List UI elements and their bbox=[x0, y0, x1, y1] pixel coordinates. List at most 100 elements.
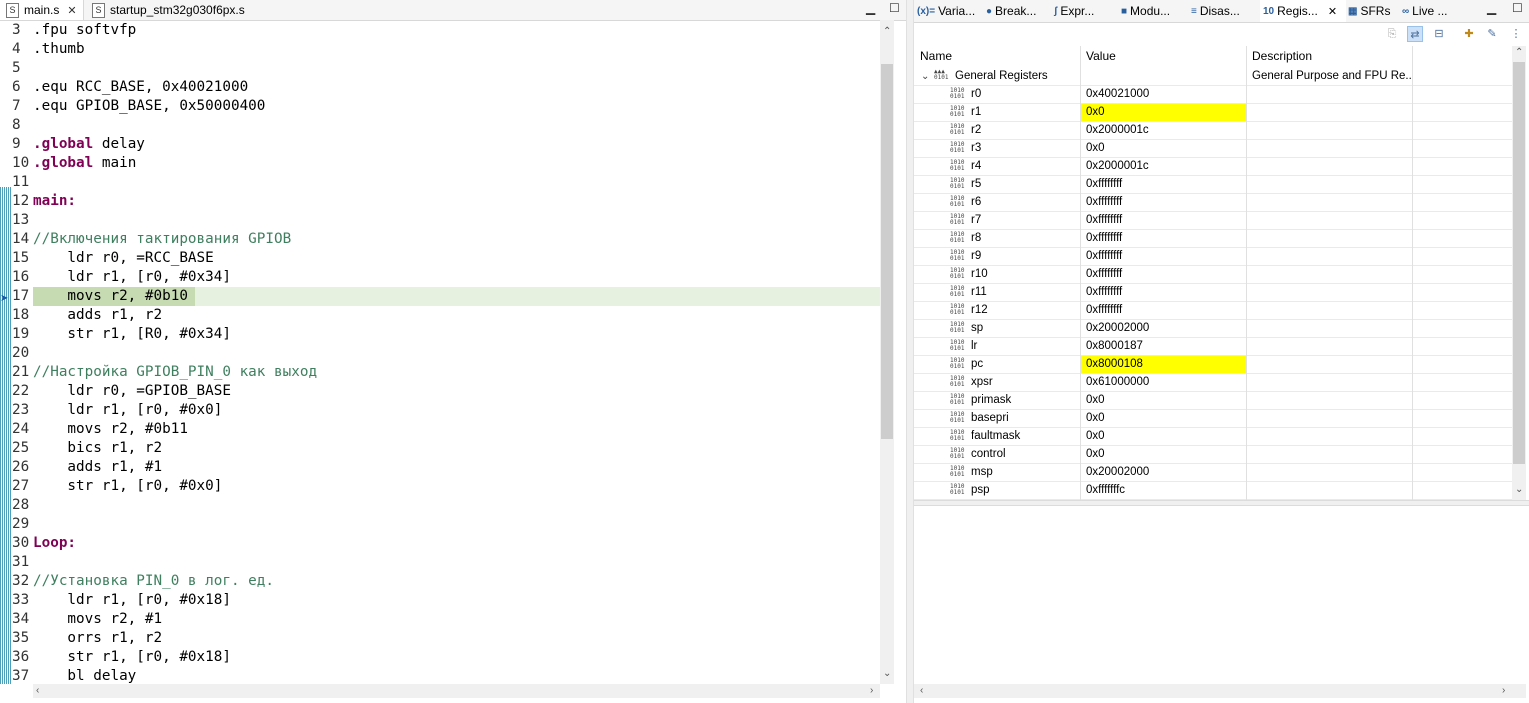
link-icon[interactable]: ⇄ bbox=[1407, 26, 1423, 42]
register-row[interactable]: 1010 0101 r1 0x0 bbox=[914, 104, 1512, 122]
register-row[interactable]: 1010 0101 xpsr 0x61000000 bbox=[914, 374, 1512, 392]
register-row[interactable]: 1010 0101 r7 0xffffffff bbox=[914, 212, 1512, 230]
code-line[interactable]: 9 .global delay bbox=[0, 135, 880, 154]
register-value[interactable]: 0xffffffff bbox=[1080, 194, 1246, 211]
register-value[interactable]: 0x0 bbox=[1080, 428, 1246, 445]
register-value[interactable]: 0xffffffff bbox=[1080, 212, 1246, 229]
register-row[interactable]: 1010 0101 lr 0x8000187 bbox=[914, 338, 1512, 356]
register-value[interactable]: 0xffffffff bbox=[1080, 284, 1246, 301]
code-line[interactable]: 21//Настройка GPIOB_PIN_0 как выход bbox=[0, 363, 880, 382]
code-line[interactable]: 35 orrs r1, r2 bbox=[0, 629, 880, 648]
code-line[interactable]: 25 bics r1, r2 bbox=[0, 439, 880, 458]
code-line[interactable]: 8 bbox=[0, 116, 880, 135]
code-line[interactable]: 12 main: bbox=[0, 192, 880, 211]
register-row[interactable]: 1010 0101 basepri 0x0 bbox=[914, 410, 1512, 428]
code-line[interactable]: 4 .thumb bbox=[0, 40, 880, 59]
code-line[interactable]: 29 bbox=[0, 515, 880, 534]
code-line[interactable]: 31 bbox=[0, 553, 880, 572]
register-value[interactable]: 0xffffffff bbox=[1080, 266, 1246, 283]
scroll-left-icon[interactable]: ‹ bbox=[36, 685, 39, 696]
minimize-icon[interactable]: ▁ bbox=[866, 2, 876, 14]
register-value[interactable]: 0x61000000 bbox=[1080, 374, 1246, 391]
register-value[interactable]: 0xffffffff bbox=[1080, 176, 1246, 193]
registers-scroll-thumb[interactable] bbox=[1513, 62, 1525, 464]
code-line[interactable]: 6 .equ RCC_BASE, 0x40021000 bbox=[0, 78, 880, 97]
register-value[interactable]: 0xffffffff bbox=[1080, 248, 1246, 265]
register-row[interactable]: 1010 0101 r0 0x40021000 bbox=[914, 86, 1512, 104]
register-row[interactable]: 1010 0101 sp 0x20002000 bbox=[914, 320, 1512, 338]
register-row[interactable]: 1010 0101 r2 0x2000001c bbox=[914, 122, 1512, 140]
register-value[interactable]: 0x0 bbox=[1080, 392, 1246, 409]
register-value[interactable]: 0x20002000 bbox=[1080, 320, 1246, 337]
register-row[interactable]: 1010 0101 pc 0x8000108 bbox=[914, 356, 1512, 374]
view-tab-disas[interactable]: ≡ Disas... bbox=[1191, 0, 1240, 22]
scroll-right-icon[interactable]: › bbox=[1502, 685, 1505, 696]
code-line[interactable]: 24 movs r2, #0b11 bbox=[0, 420, 880, 439]
code-line[interactable]: 5 bbox=[0, 59, 880, 78]
register-value[interactable]: 0x40021000 bbox=[1080, 86, 1246, 103]
maximize-icon[interactable]: ☐ bbox=[1512, 2, 1523, 14]
code-line[interactable]: 36 str r1, [r0, #0x18] bbox=[0, 648, 880, 667]
view-tab-sfrs[interactable]: ▦ SFRs bbox=[1348, 0, 1390, 22]
register-value[interactable]: 0xffffffff bbox=[1080, 302, 1246, 319]
register-value[interactable]: 0x0 bbox=[1080, 104, 1246, 121]
register-value[interactable]: 0x8000108 bbox=[1080, 356, 1246, 373]
code-line[interactable]: 19 str r1, [R0, #0x34] bbox=[0, 325, 880, 344]
code-line[interactable]: 30 Loop: bbox=[0, 534, 880, 553]
scroll-down-icon[interactable]: ⌄ bbox=[1515, 484, 1523, 495]
tab-startup-s[interactable]: S startup_stm32g030f6px.s bbox=[86, 0, 251, 20]
code-line[interactable]: 15 ldr r0, =RCC_BASE bbox=[0, 249, 880, 268]
view-tab-modu[interactable]: ■ Modu... bbox=[1121, 0, 1170, 22]
code-area[interactable]: 3 .fpu softvfp 4 .thumb 5 6 .equ RCC_BASE, 0x4… bbox=[0, 20, 880, 684]
register-row[interactable]: 1010 0101 r10 0xffffffff bbox=[914, 266, 1512, 284]
scroll-left-icon[interactable]: ‹ bbox=[920, 685, 923, 696]
column-header-description[interactable]: Description bbox=[1246, 46, 1412, 67]
code-line[interactable]: 22 ldr r0, =GPIOB_BASE bbox=[0, 382, 880, 401]
view-tab-live[interactable]: ∞ Live ... bbox=[1402, 0, 1448, 22]
register-row[interactable]: 1010 0101 r6 0xffffffff bbox=[914, 194, 1512, 212]
code-line[interactable]: 33 ldr r1, [r0, #0x18] bbox=[0, 591, 880, 610]
register-value[interactable]: 0x0 bbox=[1080, 410, 1246, 427]
tab-main-s[interactable]: S main.s ✕ bbox=[0, 0, 84, 20]
code-line[interactable]: 37 bl delay bbox=[0, 667, 880, 684]
register-row[interactable]: 1010 0101 r12 0xffffffff bbox=[914, 302, 1512, 320]
code-line[interactable]: 7 .equ GPIOB_BASE, 0x50000400 bbox=[0, 97, 880, 116]
edit-group-icon[interactable]: ✎ bbox=[1484, 26, 1500, 42]
code-line[interactable]: 28 bbox=[0, 496, 880, 515]
code-line[interactable]: 13 bbox=[0, 211, 880, 230]
view-tab-varia[interactable]: (x)= Varia... bbox=[917, 0, 975, 22]
register-group-row[interactable]: ⌄ ▲▲▲ 0101 General Registers General Purpose… bbox=[914, 68, 1512, 86]
view-menu-icon[interactable]: ⋮ bbox=[1508, 26, 1524, 42]
scroll-right-icon[interactable]: › bbox=[870, 685, 873, 696]
register-row[interactable]: 1010 0101 r9 0xffffffff bbox=[914, 248, 1512, 266]
register-row[interactable]: 1010 0101 r8 0xffffffff bbox=[914, 230, 1512, 248]
new-group-icon[interactable]: ✚ bbox=[1461, 26, 1477, 42]
register-value[interactable]: 0x2000001c bbox=[1080, 122, 1246, 139]
code-line[interactable]: 27 str r1, [r0, #0x0] bbox=[0, 477, 880, 496]
register-row[interactable]: 1010 0101 msp 0x20002000 bbox=[914, 464, 1512, 482]
code-line[interactable]: 10 .global main bbox=[0, 154, 880, 173]
code-line[interactable]: 17 movs r2, #0b10 bbox=[0, 287, 880, 306]
register-row[interactable]: 1010 0101 control 0x0 bbox=[914, 446, 1512, 464]
code-line[interactable]: 18 adds r1, r2 bbox=[0, 306, 880, 325]
copy-registers-icon[interactable]: ⎘ bbox=[1384, 26, 1400, 42]
code-line[interactable]: 16 ldr r1, [r0, #0x34] bbox=[0, 268, 880, 287]
scroll-down-icon[interactable]: ⌄ bbox=[883, 668, 891, 679]
editor-horizontal-scrollbar[interactable] bbox=[33, 684, 880, 698]
code-line[interactable]: 32//Установка PIN_0 в лог. ед. bbox=[0, 572, 880, 591]
code-line[interactable]: 3 .fpu softvfp bbox=[0, 21, 880, 40]
code-line[interactable]: 26 adds r1, #1 bbox=[0, 458, 880, 477]
collapse-all-icon[interactable]: ⊟ bbox=[1431, 26, 1447, 42]
register-value[interactable]: 0x2000001c bbox=[1080, 158, 1246, 175]
close-icon[interactable]: ✕ bbox=[67, 4, 76, 17]
minimize-icon[interactable]: ▁ bbox=[1487, 2, 1497, 14]
register-row[interactable]: 1010 0101 r11 0xffffffff bbox=[914, 284, 1512, 302]
column-header-value[interactable]: Value bbox=[1080, 46, 1246, 67]
code-line[interactable]: 20 bbox=[0, 344, 880, 363]
code-line[interactable]: 23 ldr r1, [r0, #0x0] bbox=[0, 401, 880, 420]
register-row[interactable]: 1010 0101 psp 0xfffffffc bbox=[914, 482, 1512, 500]
register-row[interactable]: 1010 0101 primask 0x0 bbox=[914, 392, 1512, 410]
register-value[interactable]: 0x0 bbox=[1080, 446, 1246, 463]
code-line[interactable]: 34 movs r2, #1 bbox=[0, 610, 880, 629]
scroll-up-icon[interactable]: ⌃ bbox=[883, 26, 891, 37]
